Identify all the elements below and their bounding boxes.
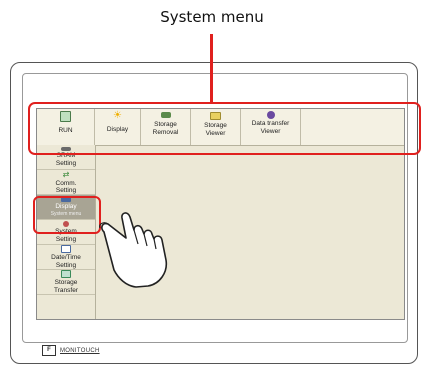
calendar-icon (61, 245, 71, 253)
storage-transfer-button[interactable]: Storage Transfer (37, 270, 95, 295)
display-highlight (33, 196, 101, 234)
brand-name: MONITOUCH (60, 347, 100, 354)
callout-title: System menu (160, 8, 264, 26)
pointing-hand-icon (99, 212, 168, 288)
comm-setting-label: Comm. Setting (55, 179, 77, 195)
callout-line (210, 34, 213, 104)
brand-logo: F MONITOUCH (42, 345, 100, 356)
storage-transfer-icon (61, 270, 71, 278)
date-time-setting-button[interactable]: Date/Time Setting (37, 245, 95, 270)
system-menu-highlight (28, 102, 421, 155)
scroll-arrow-icon[interactable]: ⇕ (37, 297, 39, 307)
comm-setting-button[interactable]: ⇄ Comm. Setting (37, 170, 95, 195)
storage-transfer-label: Storage Transfer (54, 279, 78, 294)
date-time-setting-label: Date/Time Setting (51, 254, 81, 269)
comm-icon: ⇄ (62, 169, 70, 179)
brand-logo-mark: F (42, 345, 56, 356)
